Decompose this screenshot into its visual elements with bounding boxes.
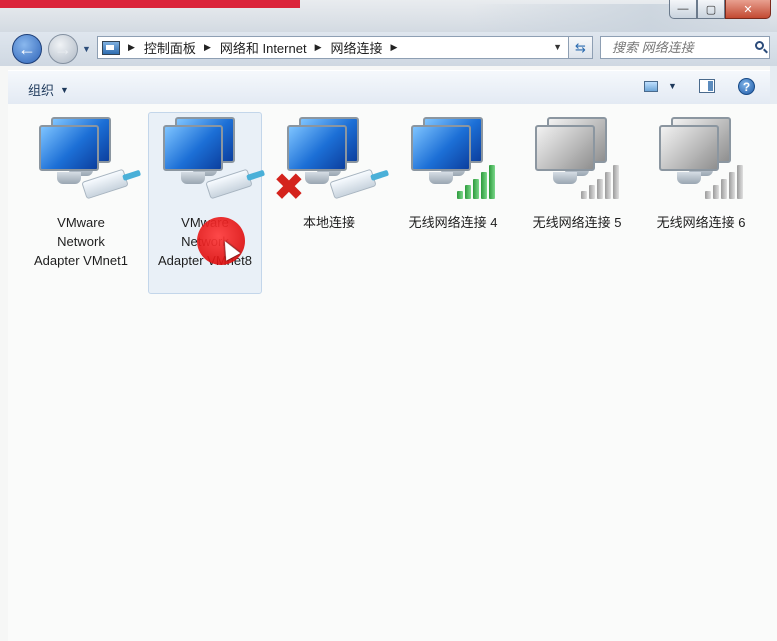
signal-strength-icon xyxy=(705,165,749,199)
breadcrumb-separator-icon[interactable]: ▶ xyxy=(315,42,322,53)
signal-strength-icon xyxy=(457,165,501,199)
connection-item-wireless-6[interactable]: 无线网络连接 6 xyxy=(644,112,758,294)
wireless-adapter-icon xyxy=(397,113,509,205)
search-box[interactable] xyxy=(600,36,770,59)
connection-item-vmnet1[interactable]: VMware Network Adapter VMnet1 xyxy=(24,112,138,294)
forward-button[interactable]: → xyxy=(48,34,78,64)
search-input[interactable] xyxy=(610,39,754,56)
search-icon[interactable] xyxy=(755,41,764,50)
refresh-icon: ⇆ xyxy=(575,39,586,55)
title-bar-strip xyxy=(0,0,300,8)
address-bar[interactable]: ▶ 控制面板 ▶ 网络和 Internet ▶ 网络连接 ▶ ▼ xyxy=(97,36,569,59)
organize-menu-button[interactable]: 组织 ▼ xyxy=(28,80,69,99)
connections-list: VMware Network Adapter VMnet1 VMware Net… xyxy=(8,104,777,641)
disconnected-x-icon: ✖ xyxy=(273,167,305,209)
breadcrumb-separator-icon[interactable]: ▶ xyxy=(204,42,211,53)
preview-pane-icon[interactable] xyxy=(699,79,715,93)
cursor-highlight xyxy=(197,217,245,265)
change-view-icon[interactable] xyxy=(644,81,658,92)
wireless-adapter-icon xyxy=(645,113,757,205)
connection-item-wireless-4[interactable]: 无线网络连接 4 xyxy=(396,112,510,294)
chevron-down-icon: ▼ xyxy=(60,84,69,95)
network-adapter-icon xyxy=(149,113,261,205)
connection-item-local[interactable]: ✖ 本地连接 xyxy=(272,112,386,294)
connection-label: 无线网络连接 6 xyxy=(656,215,746,230)
network-adapter-icon xyxy=(25,113,137,205)
organize-label: 组织 xyxy=(28,83,55,98)
help-icon[interactable]: ? xyxy=(738,78,755,95)
breadcrumb-network-internet[interactable]: 网络和 Internet xyxy=(220,38,307,57)
signal-strength-icon xyxy=(581,165,625,199)
network-adapter-icon: ✖ xyxy=(273,113,385,209)
breadcrumb-network-connections[interactable]: 网络连接 xyxy=(330,38,382,57)
refresh-button[interactable]: ⇆ xyxy=(569,36,593,59)
forward-arrow-icon: → xyxy=(54,38,72,59)
minimize-button[interactable]: — xyxy=(669,0,697,19)
recent-pages-dropdown[interactable]: ▼ xyxy=(82,44,91,54)
breadcrumb-control-panel[interactable]: 控制面板 xyxy=(144,38,196,57)
view-options-dropdown-icon[interactable]: ▼ xyxy=(668,81,677,91)
back-arrow-icon: ← xyxy=(18,38,36,59)
back-button[interactable]: ← xyxy=(12,34,42,64)
control-panel-icon xyxy=(102,40,120,55)
caption-buttons: — ▢ ✕ xyxy=(669,0,771,20)
address-dropdown-icon[interactable]: ▼ xyxy=(553,42,562,52)
connection-item-wireless-5[interactable]: 无线网络连接 5 xyxy=(520,112,634,294)
maximize-button[interactable]: ▢ xyxy=(697,0,725,19)
breadcrumb-separator-icon[interactable]: ▶ xyxy=(128,42,135,53)
breadcrumb-separator-icon[interactable]: ▶ xyxy=(391,42,398,53)
connection-label: VMware Network Adapter VMnet1 xyxy=(34,215,128,268)
navigation-bar: ← → ▼ ▶ 控制面板 ▶ 网络和 Internet ▶ 网络连接 ▶ ▼ ⇆ xyxy=(0,32,777,66)
title-bar: — ▢ ✕ xyxy=(0,0,777,44)
close-button[interactable]: ✕ xyxy=(725,0,771,19)
wireless-adapter-icon xyxy=(521,113,633,205)
command-bar: 组织 ▼ ▼ ? xyxy=(8,70,777,105)
connection-item-vmnet8[interactable]: VMware Network Adapter VMnet8 xyxy=(148,112,262,294)
